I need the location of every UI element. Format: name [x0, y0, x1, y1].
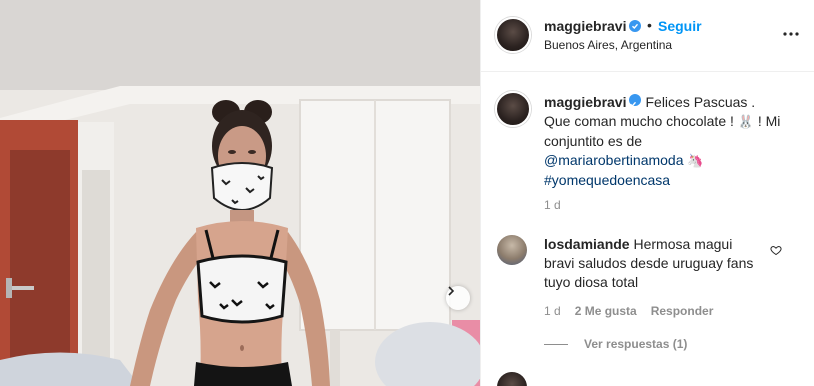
caption-timestamp[interactable]: 1 d [544, 198, 561, 212]
comment: losdamiande Hermosa magui bravi saludos … [544, 235, 764, 292]
heart-icon [770, 245, 782, 256]
post-photo[interactable] [0, 0, 480, 386]
comment-likes[interactable]: 2 Me gusta [575, 304, 637, 318]
caption-hashtag[interactable]: #yomequedoencasa [544, 172, 670, 188]
commenter-avatar[interactable] [497, 235, 527, 265]
caption-username[interactable]: maggiebravi [544, 94, 626, 110]
replies-divider [544, 343, 568, 345]
ellipsis-icon [783, 32, 799, 36]
post-modal: maggiebravi • Seguir Buenos Aires, Argen… [0, 0, 814, 386]
unicorn-icon: 🦄 [687, 154, 704, 169]
author-username[interactable]: maggiebravi [544, 18, 626, 34]
next-photo-button[interactable] [446, 286, 470, 310]
post-location[interactable]: Buenos Aires, Argentina [544, 38, 672, 52]
rabbit-icon: 🐰 [737, 115, 754, 130]
next-commenter-avatar[interactable] [497, 372, 527, 386]
caption-avatar[interactable] [495, 91, 531, 127]
verified-badge-icon [629, 94, 642, 108]
caption-mention[interactable]: @mariarobertinamoda [544, 152, 684, 168]
comment-meta: 1 d 2 Me gusta Responder [544, 304, 713, 318]
post-caption: maggiebravi Felices Pascuas . Que coman m… [544, 93, 784, 190]
follow-button[interactable]: Seguir [658, 18, 702, 34]
chevron-right-icon [448, 286, 455, 296]
author-avatar[interactable] [495, 17, 531, 53]
photo-illustration [0, 0, 480, 386]
comment-time[interactable]: 1 d [544, 304, 561, 318]
more-options-button[interactable] [779, 22, 803, 46]
post-sidebar: maggiebravi • Seguir Buenos Aires, Argen… [480, 0, 814, 386]
separator-dot: • [647, 17, 652, 33]
reply-button[interactable]: Responder [651, 304, 714, 318]
verified-badge-icon [629, 20, 641, 32]
like-comment-button[interactable] [770, 243, 784, 257]
comment-username[interactable]: losdamiande [544, 236, 630, 252]
view-replies-button[interactable]: Ver respuestas (1) [544, 337, 687, 351]
view-replies-label: Ver respuestas (1) [584, 337, 688, 351]
post-header: maggiebravi • Seguir Buenos Aires, Argen… [481, 0, 814, 72]
